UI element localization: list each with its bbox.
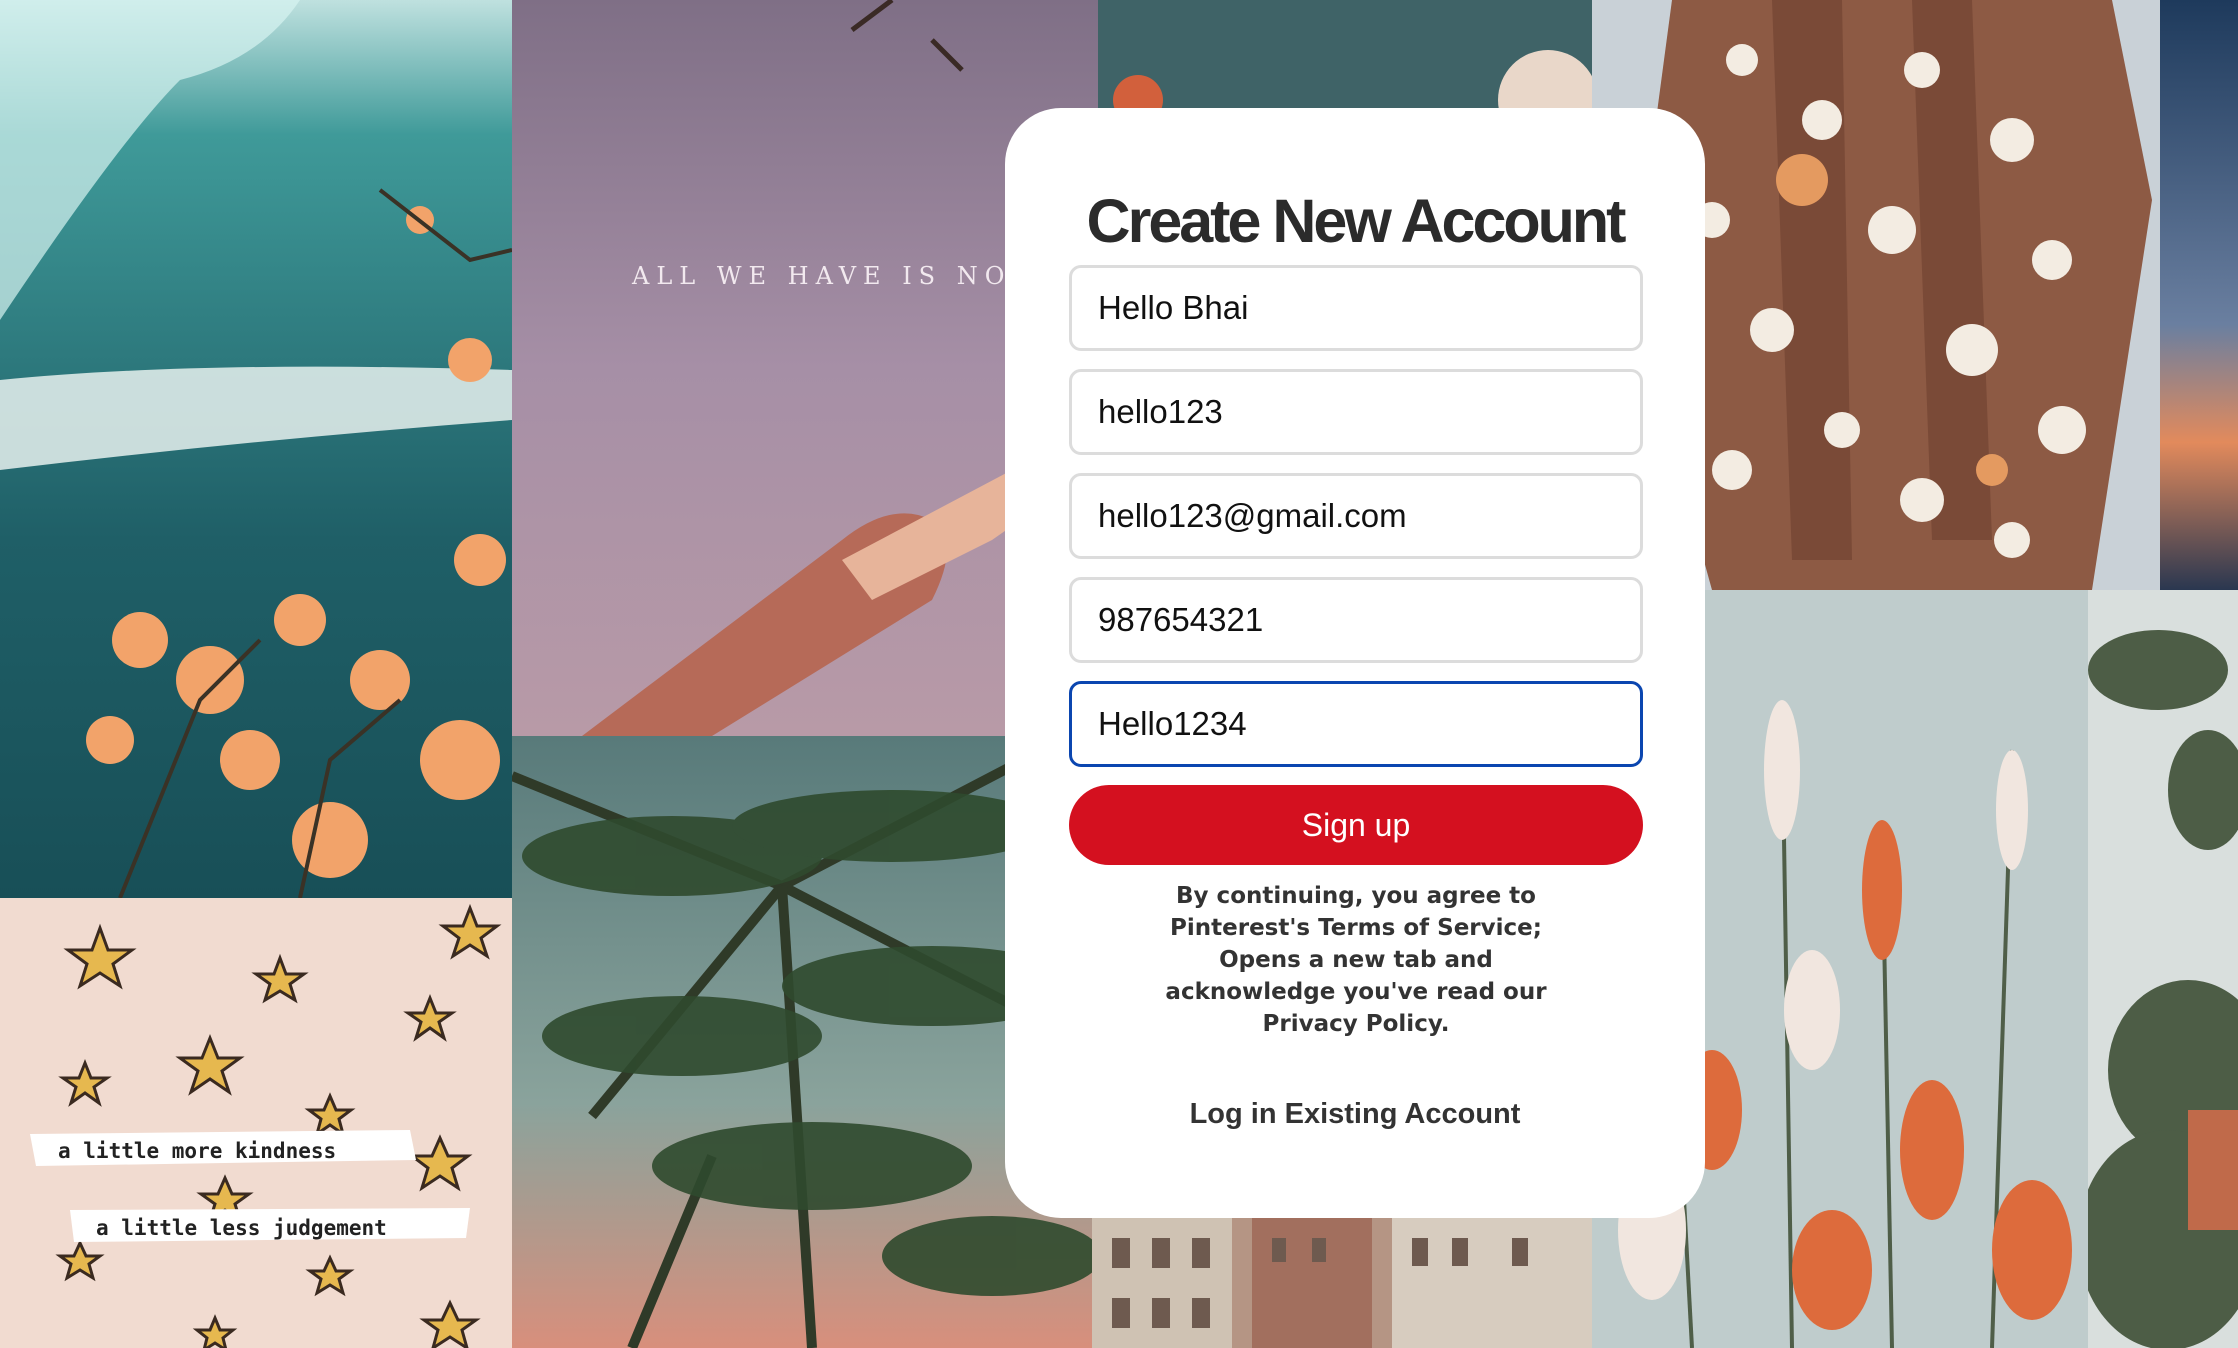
signup-button[interactable]: Sign up — [1069, 785, 1643, 865]
login-existing-link[interactable]: Log in Existing Account — [1005, 1098, 1705, 1131]
terms-text: By continuing, you agree to Pinterest's … — [1165, 883, 1547, 1037]
email-field[interactable] — [1069, 473, 1643, 559]
sky-caption: ALL WE HAVE IS NOW — [632, 262, 1044, 290]
stars-quote-photo: a little more kindness a little less jud… — [0, 898, 512, 1348]
palm-beach-photo — [2088, 590, 2238, 1348]
sunset-photo — [2160, 0, 2238, 590]
teal-flower-photo — [1098, 0, 1592, 110]
page-title: Create New Account — [1086, 187, 1627, 255]
signup-card: Create New Account Sign up By continuing… — [1005, 108, 1705, 1218]
password-field[interactable] — [1069, 681, 1643, 767]
city-street-photo — [1092, 1218, 1592, 1348]
ocean-photo — [0, 0, 512, 898]
quote-line-1: a little more kindness — [58, 1139, 337, 1163]
name-field[interactable] — [1069, 265, 1643, 351]
quote-line-2: a little less judgement — [96, 1216, 387, 1240]
phone-field[interactable] — [1069, 577, 1643, 663]
username-field[interactable] — [1069, 369, 1643, 455]
